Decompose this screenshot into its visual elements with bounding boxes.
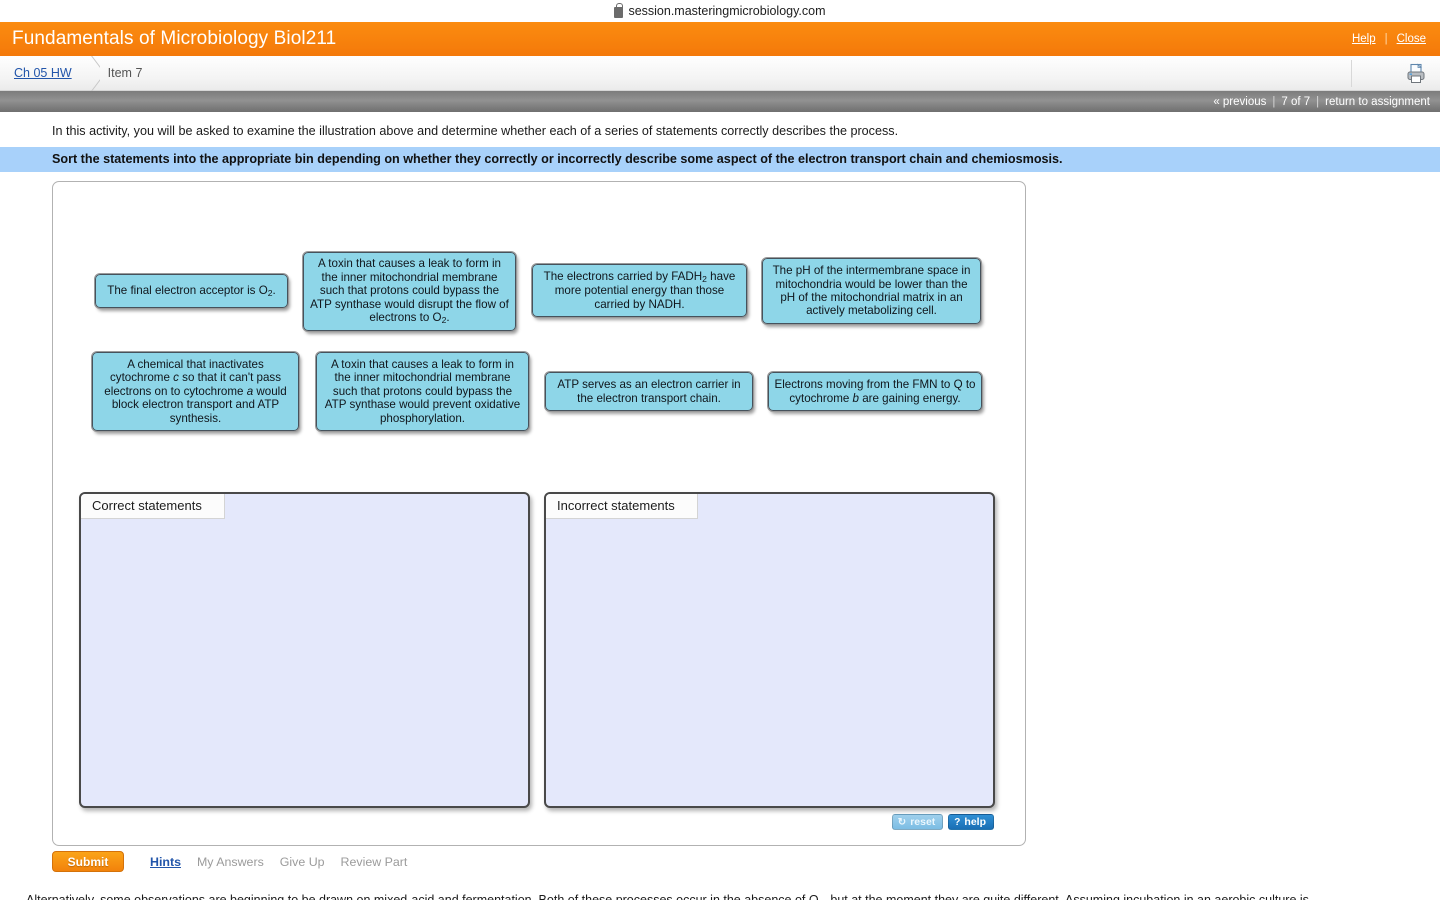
statement-text: The final electron acceptor is O2. xyxy=(107,283,276,298)
tile-ph-intermembrane-space[interactable]: The pH of the intermembrane space in mit… xyxy=(761,257,982,325)
tile-cytochrome-c-inactivated[interactable]: A chemical that inactivates cytochrome c… xyxy=(91,351,300,432)
tile-atp-electron-carrier[interactable]: ATP serves as an electron carrier in the… xyxy=(544,371,754,412)
activity-prompt-text: Sort the statements into the appropriate… xyxy=(0,147,1440,172)
review-part-link[interactable]: Review Part xyxy=(341,855,408,869)
bin-correct-statements[interactable]: Correct statements xyxy=(79,492,530,808)
item-navigation-strip: « previous | 7 of 7 | return to assignme… xyxy=(0,91,1440,112)
nav-separator-2: | xyxy=(1316,95,1320,108)
breadcrumb-current-item: Item 7 xyxy=(107,66,143,80)
statement-text: ATP serves as an electron carrier in the… xyxy=(557,378,741,405)
my-answers-link[interactable]: My Answers xyxy=(197,855,264,869)
return-to-assignment-link[interactable]: return to assignment xyxy=(1325,96,1430,108)
browser-url-bar[interactable]: session.masteringmicrobiology.com xyxy=(0,0,1440,22)
close-link[interactable]: Close xyxy=(1397,33,1426,45)
tile-toxin-disrupt-flow[interactable]: A toxin that causes a leak to form in th… xyxy=(302,251,517,332)
answer-toolbar-links: Hints My Answers Give Up Review Part xyxy=(150,855,407,869)
help-button-label: help xyxy=(964,816,986,828)
nav-separator-1: | xyxy=(1272,95,1276,108)
tile-toxin-prevent-oxphos[interactable]: A toxin that causes a leak to form in th… xyxy=(315,351,530,432)
answer-toolbar: Submit Hints My Answers Give Up Review P… xyxy=(52,851,407,872)
activity-intro-text: In this activity, you will be asked to e… xyxy=(52,124,899,138)
header-links: Help | Close xyxy=(1352,33,1426,45)
reset-arrow-icon: ↻ xyxy=(897,816,907,828)
tile-fadh2-potential-energy[interactable]: The electrons carried by FADH2 have more… xyxy=(531,263,748,318)
printer-icon[interactable] xyxy=(1405,63,1427,84)
submit-button[interactable]: Submit xyxy=(52,851,124,872)
help-button[interactable]: ? help xyxy=(948,814,994,830)
breadcrumb-divider xyxy=(1351,60,1352,87)
tile-final-electron-acceptor[interactable]: The final electron acceptor is O2. xyxy=(94,273,289,309)
hints-link[interactable]: Hints xyxy=(150,855,181,869)
breadcrumb-assignment-link[interactable]: Ch 05 HW xyxy=(14,66,72,80)
help-link[interactable]: Help xyxy=(1352,33,1376,45)
statement-text: A chemical that inactivates cytochrome c… xyxy=(104,357,287,425)
bin-label: Correct statements xyxy=(81,494,225,519)
clipped-paragraph: Alternatively, some observations are beg… xyxy=(0,893,1440,900)
bin-label: Incorrect statements xyxy=(546,494,698,519)
tile-fmn-to-q-gaining-energy[interactable]: Electrons moving from the FMN to Q to cy… xyxy=(767,371,983,412)
reset-button-label: reset xyxy=(910,816,936,828)
reset-button[interactable]: ↻ reset xyxy=(891,814,944,830)
give-up-link[interactable]: Give Up xyxy=(280,855,325,869)
sorting-activity-panel: The final electron acceptor is O2. A toxi… xyxy=(52,181,1026,846)
header-link-separator: | xyxy=(1384,33,1388,45)
url-text: session.masteringmicrobiology.com xyxy=(628,4,826,18)
previous-item-link[interactable]: « previous xyxy=(1213,96,1266,108)
statement-text: A toxin that causes a leak to form in th… xyxy=(310,257,509,326)
activity-tool-buttons: ↻ reset ? help xyxy=(891,814,994,830)
clipped-paragraph-line: Alternatively, some observations are beg… xyxy=(26,893,1309,900)
lock-icon xyxy=(614,2,624,18)
item-position-label: 7 of 7 xyxy=(1281,95,1311,108)
statement-text: A toxin that causes a leak to form in th… xyxy=(324,357,521,425)
bin-incorrect-statements[interactable]: Incorrect statements xyxy=(544,492,995,808)
breadcrumb-chevron-icon xyxy=(78,56,100,91)
statement-text: The pH of the intermembrane space in mit… xyxy=(772,264,971,318)
question-mark-icon: ? xyxy=(954,816,961,828)
page-title: Fundamentals of Microbiology Biol211 xyxy=(12,28,337,49)
app-header: Fundamentals of Microbiology Biol211 Hel… xyxy=(0,22,1440,56)
statement-text: The electrons carried by FADH2 have more… xyxy=(543,269,736,311)
breadcrumb: Ch 05 HW Item 7 xyxy=(0,56,1440,91)
statement-text: Electrons moving from the FMN to Q to cy… xyxy=(774,378,976,405)
